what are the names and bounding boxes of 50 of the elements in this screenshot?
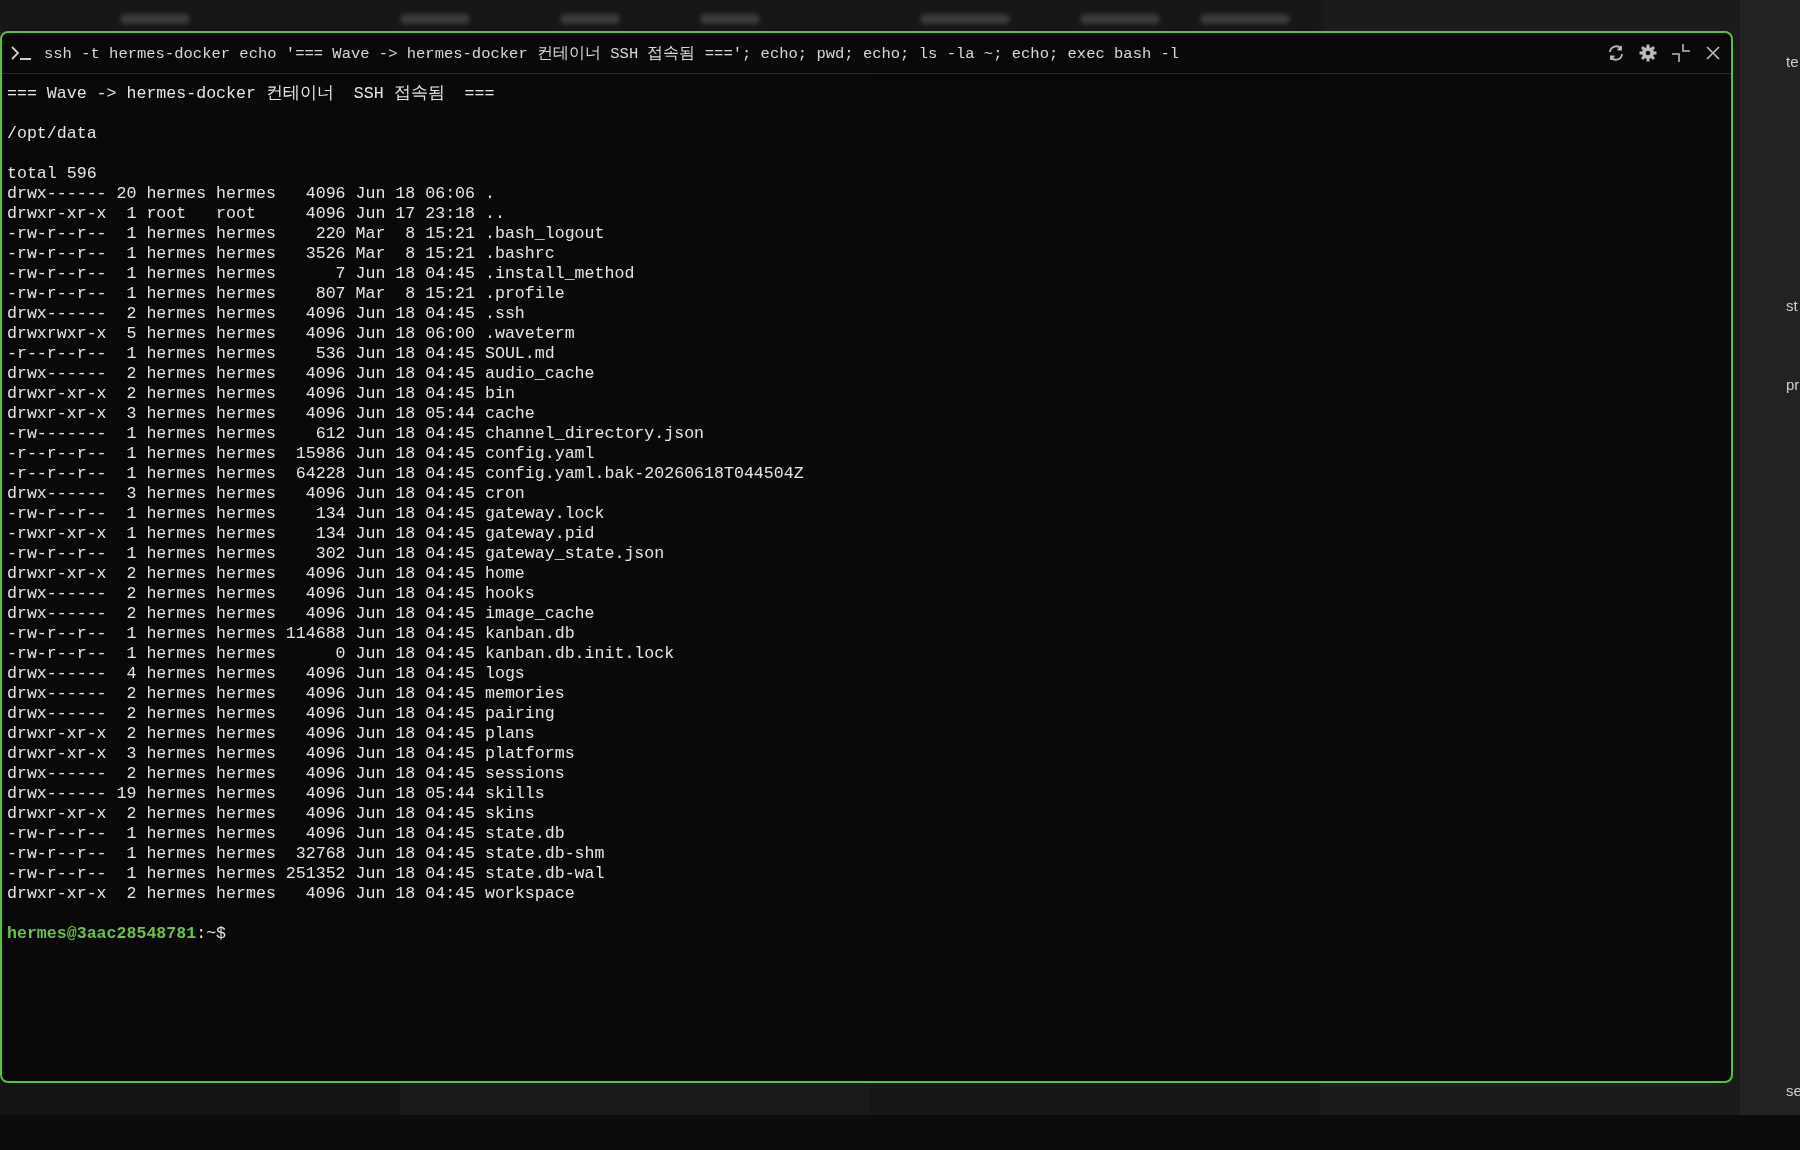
terminal-line: drwx------ 4 hermes hermes 4096 Jun 18 04:45 logs [7,664,525,684]
terminal-icon [10,45,32,61]
terminal-line: drwxr-xr-x 2 hermes hermes 4096 Jun 18 04:45 plans [7,724,535,744]
terminal-line: -rw-r--r-- 1 hermes hermes 220 Mar 8 15:21 .bash_logout [7,224,605,244]
terminal-line: -rw-r--r-- 1 hermes hermes 3526 Mar 8 15:21 .bashrc [7,244,555,264]
terminal-line: total 596 [7,164,97,184]
terminal-line: drwx------ 20 hermes hermes 4096 Jun 18 06:06 . [7,184,495,204]
terminal-line: -rw-r--r-- 1 hermes hermes 32768 Jun 18 04:45 state.db-shm [7,844,605,864]
terminal-line: drwxr-xr-x 2 hermes hermes 4096 Jun 18 04:45 skins [7,804,535,824]
terminal-line: drwx------ 3 hermes hermes 4096 Jun 18 04:45 cron [7,484,525,504]
terminal-line: -rw-r--r-- 1 hermes hermes 114688 Jun 18 04:45 kanban.db [7,624,575,644]
prompt-user: hermes@3aac28548781 [7,924,197,943]
terminal-line: -r--r--r-- 1 hermes hermes 64228 Jun 18 04:45 config.yaml.bak-20260618T044504Z [7,464,804,484]
terminal-line: === Wave -> hermes-docker 컨테이너 SSH 접속됨 === [7,84,495,104]
terminal-line: drwxr-xr-x 3 hermes hermes 4096 Jun 18 05:44 cache [7,404,535,424]
refresh-icon[interactable] [1607,44,1625,62]
terminal-line: -rw-r--r-- 1 hermes hermes 0 Jun 18 04:45 kanban.db.init.lock [7,644,675,664]
close-icon[interactable] [1705,45,1721,61]
terminal-line: -rw-r--r-- 1 hermes hermes 4096 Jun 18 04:45 state.db [7,824,565,844]
terminal-line: -rw-r--r-- 1 hermes hermes 251352 Jun 18 04:45 state.db-wal [7,864,605,884]
terminal-line: drwx------ 2 hermes hermes 4096 Jun 18 04:45 .ssh [7,304,525,324]
terminal-line: -rw-r--r-- 1 hermes hermes 7 Jun 18 04:45 .install_method [7,264,635,284]
terminal-line: drwxr-xr-x 2 hermes hermes 4096 Jun 18 04:45 home [7,564,525,584]
terminal-line: drwxr-xr-x 2 hermes hermes 4096 Jun 18 04:45 bin [7,384,515,404]
terminal-line: drwx------ 2 hermes hermes 4096 Jun 18 04:45 hooks [7,584,535,604]
terminal-line: drwx------ 2 hermes hermes 4096 Jun 18 04:45 memories [7,684,565,704]
terminal-line: -rw------- 1 hermes hermes 612 Jun 18 04:45 channel_directory.json [7,424,705,444]
terminal-line: -rwxr-xr-x 1 hermes hermes 134 Jun 18 04:45 gateway.pid [7,524,595,544]
terminal-line: drwxr-xr-x 1 root root 4096 Jun 17 23:18 .. [7,204,505,224]
panel-text: st [1786,297,1798,314]
terminal-line: -r--r--r-- 1 hermes hermes 536 Jun 18 04:45 SOUL.md [7,344,555,364]
terminal-line: drwx------ 2 hermes hermes 4096 Jun 18 04:45 pairing [7,704,555,724]
panel-text: pr [1786,376,1800,393]
terminal-line: drwx------ 2 hermes hermes 4096 Jun 18 04:45 image_cache [7,604,595,624]
panel-text: te [1786,53,1799,70]
terminal-line: -rw-r--r-- 1 hermes hermes 302 Jun 18 04:45 gateway_state.json [7,544,665,564]
terminal-line: drwxr-xr-x 2 hermes hermes 4096 Jun 18 04:45 workspace [7,884,575,904]
minimize-icon[interactable] [1671,43,1691,63]
terminal-line: -rw-r--r-- 1 hermes hermes 134 Jun 18 04:45 gateway.lock [7,504,605,524]
prompt-symbol: :~$ [196,924,227,943]
terminal-line: drwxr-xr-x 3 hermes hermes 4096 Jun 18 04:45 platforms [7,744,575,764]
terminal-line: drwx------ 2 hermes hermes 4096 Jun 18 04:45 audio_cache [7,364,595,384]
terminal-line: drwxrwxr-x 5 hermes hermes 4096 Jun 18 06:00 .waveterm [7,324,575,344]
terminal-line: -r--r--r-- 1 hermes hermes 15986 Jun 18 04:45 config.yaml [7,444,595,464]
terminal-line: drwx------ 2 hermes hermes 4096 Jun 18 04:45 sessions [7,764,565,784]
settings-icon[interactable] [1639,44,1657,62]
terminal-line: /opt/data [7,124,97,144]
terminal-command: ssh -t hermes-docker echo '=== Wave -> hermes-docker 컨테이너 SSH 접속됨 ==='; echo; pwd; echo; ls -la ~; echo; exec bash -l [44,43,1181,64]
terminal-line: drwx------ 19 hermes hermes 4096 Jun 18 05:44 skills [7,784,545,804]
terminal-line: -rw-r--r-- 1 hermes hermes 807 Mar 8 15:21 .profile [7,284,565,304]
